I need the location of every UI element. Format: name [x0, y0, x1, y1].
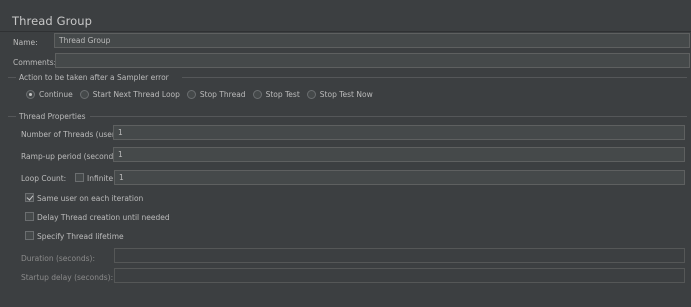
same-user-checkbox[interactable] [25, 193, 34, 202]
comments-field[interactable] [55, 53, 690, 68]
title-divider [0, 31, 691, 32]
sampler-error-options: Continue Start Next Thread Loop Stop Thr… [26, 90, 380, 99]
radio-label: Stop Test Now [319, 90, 373, 99]
group-border [8, 116, 16, 117]
radio-stop-thread[interactable]: Stop Thread [186, 90, 246, 99]
delay-thread-label: Delay Thread creation until needed [37, 213, 170, 222]
name-field[interactable]: Thread Group [54, 33, 690, 48]
radio-continue[interactable]: Continue [26, 90, 73, 99]
group-border [8, 77, 16, 78]
radio-start-next-thread-loop[interactable]: Start Next Thread Loop [79, 90, 180, 99]
duration-label: Duration (seconds): [21, 254, 95, 263]
check-icon [26, 193, 34, 201]
radio-unselected-icon [252, 90, 262, 99]
radio-unselected-icon [186, 90, 196, 99]
num-threads-label: Number of Threads (users): [21, 130, 125, 139]
startup-delay-field[interactable] [114, 268, 685, 283]
same-user-label: Same user on each iteration [37, 194, 144, 203]
delay-thread-checkbox[interactable] [25, 212, 34, 221]
radio-selected-icon [26, 90, 35, 99]
group-border [182, 77, 687, 78]
loop-count-label: Loop Count: [21, 174, 67, 183]
duration-field[interactable] [114, 248, 685, 263]
panel-title: Thread Group [12, 14, 93, 28]
radio-unselected-icon [79, 90, 89, 99]
radio-label: Start Next Thread Loop [92, 90, 180, 99]
radio-label: Stop Thread [199, 90, 246, 99]
comments-label: Comments: [13, 58, 57, 67]
startup-delay-label: Startup delay (seconds): [21, 273, 114, 282]
thread-lifetime-checkbox[interactable] [25, 231, 34, 240]
infinite-checkbox[interactable] [75, 173, 84, 182]
sampler-error-title: Action to be taken after a Sampler error [19, 73, 169, 82]
thread-lifetime-label: Specify Thread lifetime [37, 232, 124, 241]
num-threads-field[interactable]: 1 [113, 125, 685, 140]
loop-count-field[interactable]: 1 [114, 170, 685, 185]
radio-unselected-icon [306, 90, 316, 99]
group-border [90, 116, 687, 117]
name-label: Name: [13, 38, 38, 47]
radio-stop-test[interactable]: Stop Test [252, 90, 300, 99]
radio-label: Continue [39, 90, 73, 99]
infinite-label: Infinite [87, 174, 114, 183]
thread-properties-title: Thread Properties [19, 112, 86, 121]
radio-label: Stop Test [265, 90, 300, 99]
radio-stop-test-now[interactable]: Stop Test Now [306, 90, 373, 99]
rampup-field[interactable]: 1 [113, 147, 685, 162]
rampup-label: Ramp-up period (seconds): [21, 152, 123, 161]
